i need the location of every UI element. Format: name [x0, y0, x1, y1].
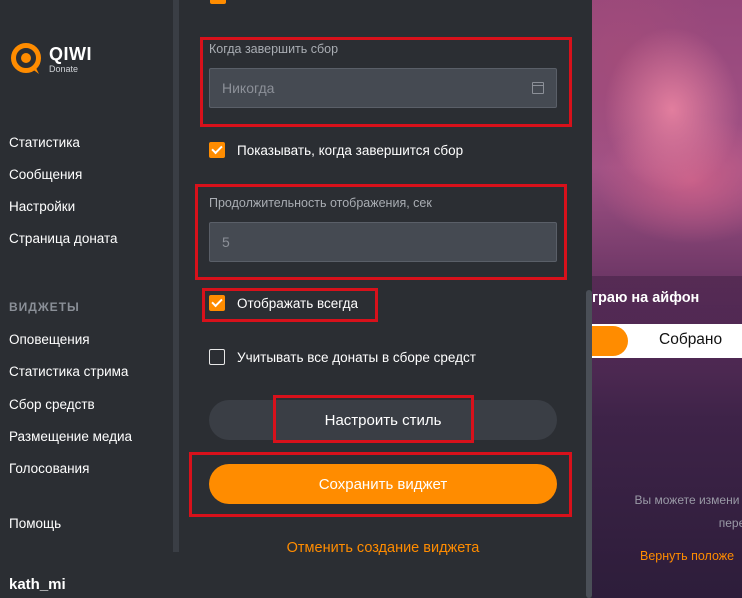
- configure-style-button[interactable]: Настроить стиль: [209, 400, 557, 440]
- count-all-label: Учитывать все донаты в сборе средст: [237, 349, 476, 365]
- end-date-value: Никогда: [222, 80, 275, 96]
- preview-progress-bar: Собрано: [592, 324, 742, 358]
- sidebar-item-fundraising[interactable]: Сбор средств: [9, 397, 95, 412]
- checkbox-unchecked-icon[interactable]: [209, 349, 225, 365]
- preview-progress-label: Собрано: [659, 331, 723, 348]
- checkbox-checked-icon[interactable]: [209, 295, 225, 311]
- show-on-finish-checkbox[interactable]: Показывать, когда завершится сбор: [209, 142, 463, 158]
- qiwi-logo-icon: [11, 43, 41, 74]
- preview-hint-line-1: Вы можете измени: [634, 493, 740, 507]
- brand-name: QIWI: [49, 43, 92, 64]
- qiwi-logo[interactable]: QIWI Donate: [9, 42, 92, 76]
- show-on-finish-label: Показывать, когда завершится сбор: [237, 142, 464, 158]
- sidebar-item-stream-stats[interactable]: Статистика стрима: [9, 364, 128, 379]
- sidebar-item-messages[interactable]: Сообщения: [9, 167, 82, 182]
- preview-hint-line-2: пере: [718, 516, 742, 530]
- save-widget-button[interactable]: Сохранить виджет: [209, 464, 557, 504]
- sidebar-item-donation-page[interactable]: Страница доната: [9, 231, 118, 246]
- preview-goal-title: граю на айфон: [592, 290, 700, 306]
- brand-sub: Donate: [49, 63, 79, 74]
- sidebar-item-help[interactable]: Помощь: [9, 516, 61, 531]
- sidebar-item-settings[interactable]: Настройки: [9, 199, 75, 214]
- count-all-checkbox[interactable]: Учитывать все донаты в сборе средст: [209, 349, 476, 365]
- always-show-checkbox[interactable]: Отображать всегда: [209, 295, 358, 311]
- end-date-label: Когда завершить сбор: [209, 42, 339, 56]
- username[interactable]: kath_mi: [9, 576, 66, 593]
- preview-reset-link[interactable]: Вернуть положе: [640, 549, 734, 563]
- sidebar-item-alerts[interactable]: Оповещения: [9, 332, 90, 347]
- always-show-label: Отображать всегда: [237, 295, 358, 311]
- end-date-field[interactable]: Никогда: [209, 68, 557, 108]
- sidebar-item-statistics[interactable]: Статистика: [9, 135, 80, 150]
- calendar-icon[interactable]: [532, 82, 544, 94]
- partial-checkbox: [210, 0, 226, 4]
- cancel-widget-link[interactable]: Отменить создание виджета: [209, 540, 557, 556]
- preview-progress-fill: [592, 326, 628, 356]
- sidebar-item-polls[interactable]: Голосования: [9, 461, 89, 476]
- sidebar-item-media[interactable]: Размещение медиа: [9, 429, 132, 444]
- sidebar: QIWI Donate Статистика Сообщения Настрой…: [0, 0, 182, 598]
- duration-value: 5: [222, 234, 230, 250]
- checkbox-checked-icon[interactable]: [209, 142, 225, 158]
- widgets-section-title: ВИДЖЕТЫ: [9, 300, 80, 314]
- widget-preview: граю на айфон Собрано Вы можете измени п…: [592, 0, 742, 598]
- duration-field[interactable]: 5: [209, 222, 557, 262]
- duration-label: Продолжительность отображения, сек: [209, 196, 432, 210]
- sidebar-divider: [173, 0, 179, 552]
